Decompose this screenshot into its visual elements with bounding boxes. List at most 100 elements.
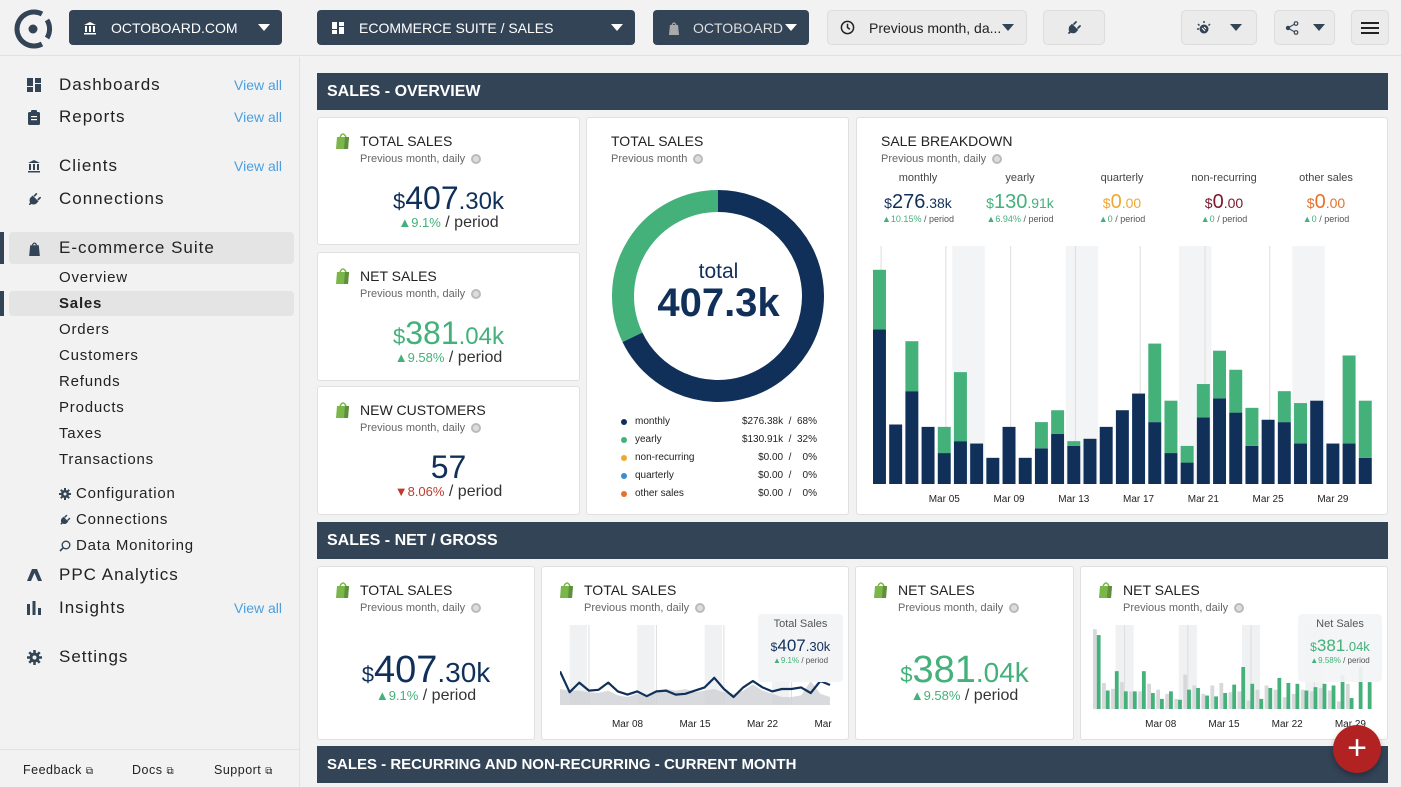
bar-previous[interactable]	[1210, 685, 1215, 709]
bar-previous[interactable]	[1309, 691, 1314, 709]
bar-monthly[interactable]	[1358, 457, 1372, 484]
bar-previous[interactable]	[1093, 629, 1097, 709]
bar-previous[interactable]	[1237, 691, 1242, 709]
bar-yearly[interactable]	[1277, 391, 1291, 423]
bar-current[interactable]	[1331, 685, 1336, 709]
sidebar-item-dashboards[interactable]: Dashboards View all	[0, 69, 300, 101]
bar-monthly[interactable]	[1002, 426, 1016, 484]
bar-current[interactable]	[1114, 671, 1119, 709]
bar-previous[interactable]	[1111, 688, 1115, 709]
bar-monthly[interactable]	[1051, 434, 1065, 484]
bar-monthly[interactable]	[1164, 453, 1178, 484]
bar-yearly[interactable]	[1229, 369, 1243, 413]
bar-previous[interactable]	[1228, 692, 1233, 709]
bar-current[interactable]	[1132, 691, 1137, 709]
bar-previous[interactable]	[1336, 701, 1341, 709]
bar-yearly[interactable]	[1294, 403, 1307, 444]
bar-monthly[interactable]	[1115, 410, 1129, 484]
bar-current[interactable]	[1232, 684, 1237, 709]
bar-monthly[interactable]	[937, 453, 951, 484]
bar-previous[interactable]	[1255, 689, 1260, 709]
sidebar-subitem-products[interactable]: Products	[59, 399, 125, 416]
sidebar-subitem-data-monitoring[interactable]: Data Monitoring	[59, 537, 194, 554]
bar-current[interactable]	[1259, 698, 1264, 709]
sidebar-item-settings[interactable]: Settings	[0, 641, 300, 673]
sidebar-item-connections[interactable]: Connections	[0, 183, 300, 215]
bar-monthly[interactable]	[889, 424, 903, 485]
bar-previous[interactable]	[1273, 689, 1278, 709]
bar-previous[interactable]	[1219, 682, 1224, 709]
bar-current[interactable]	[1223, 693, 1228, 709]
bar-previous[interactable]	[1120, 682, 1124, 709]
info-icon[interactable]	[1234, 603, 1245, 613]
bar-yearly[interactable]	[873, 269, 886, 330]
sidebar-subitem-configuration[interactable]: Configuration	[59, 485, 176, 502]
info-icon[interactable]	[471, 423, 482, 433]
share-button[interactable]	[1274, 10, 1335, 45]
bar-yearly[interactable]	[1051, 410, 1065, 435]
bar-current[interactable]	[1169, 691, 1173, 709]
sidebar-subitem-sales[interactable]: Sales	[59, 295, 102, 312]
bar-monthly[interactable]	[1132, 393, 1146, 484]
bar-monthly[interactable]	[1229, 412, 1243, 484]
bar-previous[interactable]	[1246, 700, 1251, 709]
source-select[interactable]: OCTOBOARD	[653, 10, 809, 45]
info-icon[interactable]	[695, 603, 706, 613]
bar-current[interactable]	[1196, 688, 1200, 709]
sale-breakdown-card[interactable]: SALE BREAKDOWN Previous month, daily mon…	[856, 117, 1388, 515]
bar-yearly[interactable]	[1213, 350, 1227, 399]
bar-yearly[interactable]	[905, 341, 919, 392]
bar-previous[interactable]	[1192, 685, 1197, 709]
bar-current[interactable]	[1304, 690, 1309, 709]
add-widget-button[interactable]: +	[1333, 725, 1381, 773]
view-all-link[interactable]: View all	[234, 158, 282, 174]
bar-previous[interactable]	[1282, 697, 1287, 709]
sidebar-subitem-connections[interactable]: Connections	[59, 511, 168, 528]
net-sales-bar-card[interactable]: NET SALES Previous month, daily Mar 08 Ma…	[1080, 566, 1388, 740]
bar-current[interactable]	[1277, 677, 1282, 709]
bar-yearly[interactable]	[1196, 384, 1210, 418]
dashboard-select[interactable]: ECOMMERCE SUITE / SALES	[317, 10, 635, 45]
view-all-link[interactable]: View all	[234, 109, 282, 125]
info-icon[interactable]	[1009, 603, 1020, 613]
bar-previous[interactable]	[1345, 683, 1350, 709]
bar-monthly[interactable]	[1245, 445, 1259, 484]
bar-previous[interactable]	[1147, 683, 1151, 709]
total-sales-card-2[interactable]: TOTAL SALES Previous month, daily $407.3…	[317, 566, 535, 740]
bar-previous[interactable]	[1201, 693, 1206, 709]
connections-button[interactable]	[1043, 10, 1105, 45]
bar-current[interactable]	[1141, 671, 1146, 709]
bar-current[interactable]	[1178, 699, 1182, 709]
bar-yearly[interactable]	[1180, 445, 1194, 463]
bar-monthly[interactable]	[1148, 422, 1162, 484]
view-all-link[interactable]: View all	[234, 77, 282, 93]
bar-monthly[interactable]	[1099, 426, 1113, 484]
bar-current[interactable]	[1349, 698, 1354, 709]
total-sales-donut-card[interactable]: TOTAL SALES Previous month total 407.3k …	[586, 117, 849, 515]
bar-current[interactable]	[1150, 693, 1155, 709]
bar-previous[interactable]	[1165, 693, 1170, 709]
net-sales-card[interactable]: NET SALES Previous month, daily $381.04k…	[317, 252, 580, 381]
sidebar-item-clients[interactable]: Clients View all	[0, 150, 300, 182]
sidebar-item-ecommerce-suite[interactable]: E-commerce Suite	[0, 232, 300, 264]
bar-current[interactable]	[1286, 682, 1291, 709]
info-icon[interactable]	[471, 289, 482, 299]
bar-monthly[interactable]	[1277, 422, 1291, 484]
bar-monthly[interactable]	[1326, 443, 1340, 484]
info-icon[interactable]	[471, 603, 482, 613]
bar-yearly[interactable]	[1034, 422, 1048, 449]
bar-previous[interactable]	[1174, 698, 1179, 709]
bar-yearly[interactable]	[1164, 400, 1178, 454]
bar-monthly[interactable]	[1196, 417, 1210, 484]
bar-current[interactable]	[1096, 635, 1101, 709]
bar-monthly[interactable]	[1261, 419, 1275, 484]
client-select[interactable]: OCTOBOARD.COM	[69, 10, 282, 45]
bar-yearly[interactable]	[1245, 407, 1259, 446]
bar-monthly[interactable]	[1018, 457, 1032, 484]
sidebar-subitem-refunds[interactable]: Refunds	[59, 373, 120, 390]
bar-current[interactable]	[1241, 667, 1246, 709]
info-icon[interactable]	[693, 154, 704, 164]
sidebar-subitem-orders[interactable]: Orders	[59, 321, 110, 338]
bar-monthly[interactable]	[986, 457, 1000, 484]
bar-yearly[interactable]	[1358, 400, 1372, 458]
